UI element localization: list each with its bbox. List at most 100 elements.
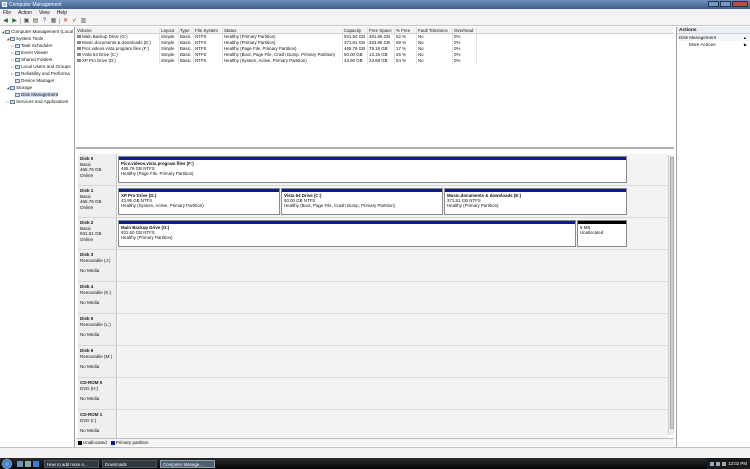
partition-block[interactable]: XP Pro Drive (D:) 43.95 GB NTFS Healthy (S… — [118, 188, 280, 215]
disk-label[interactable]: Disk 0 Basic 465.76 GB Online — [78, 154, 117, 185]
properties-icon[interactable]: ▤ — [32, 17, 39, 24]
tree-item[interactable]: ▷ Shared Folders — [0, 56, 74, 63]
disk-label[interactable]: Disk 1 Basic 465.76 GB Online — [78, 186, 117, 217]
tree-item[interactable]: ▷ Task Scheduler — [0, 42, 74, 49]
close-button[interactable] — [732, 1, 748, 7]
collapse-up-icon[interactable]: ▲ — [743, 34, 747, 41]
actions-group-disk-management[interactable]: Disk Management ▲ — [677, 34, 750, 41]
disk-row: Disk 5 Removable (L:) No Media — [78, 314, 668, 346]
column-header-volume[interactable]: Volume — [76, 27, 160, 33]
tree-item-label: Reliability and Performa — [21, 71, 70, 76]
disk-label[interactable]: Disk 5 Removable (L:) No Media — [78, 314, 117, 345]
back-arrow-icon[interactable]: ◀ — [2, 17, 9, 24]
column-header-free-space[interactable]: Free Space — [368, 27, 395, 33]
disk-row: Disk 3 Removable (J:) No Media — [78, 250, 668, 282]
volume-cell: No — [417, 58, 453, 64]
tree-item[interactable]: Device Manager — [0, 77, 74, 84]
security-icon[interactable] — [722, 461, 727, 466]
menu-help[interactable]: Help — [57, 10, 67, 16]
column-header-overhead[interactable]: Overhead — [453, 27, 477, 33]
volume-name: Main Backup Drive (G:) — [82, 34, 128, 39]
volume-drive-icon — [77, 47, 81, 51]
taskbar-button-computer-management[interactable]: Computer Manage... — [160, 459, 215, 468]
actions-title: Actions — [677, 27, 750, 34]
column-header-type[interactable]: Type — [179, 27, 194, 33]
tree-item-label: Computer Management (Local — [11, 29, 74, 34]
taskbar-button-downloads[interactable]: Downloads — [102, 459, 157, 468]
partition-color-bar — [119, 189, 279, 192]
up-level-icon[interactable]: ▣ — [23, 17, 30, 24]
tree-item[interactable]: ◢ System Tools — [0, 35, 74, 42]
toolbar-divider — [20, 17, 21, 24]
disk-label[interactable]: Disk 6 Removable (M:) No Media — [78, 346, 117, 377]
disk-state: No Media — [80, 300, 100, 305]
check-icon[interactable]: ✓ — [71, 17, 78, 24]
tree-item[interactable]: ▷ Services and Applications — [0, 98, 74, 105]
tree-item[interactable]: Disk Management — [0, 91, 74, 98]
tree-node-icon — [15, 57, 20, 62]
help-icon[interactable]: ? — [41, 17, 48, 24]
tree-item[interactable]: ◢ Computer Management (Local — [0, 28, 74, 35]
column-header-status[interactable]: Status — [223, 27, 343, 33]
status-bar — [0, 447, 750, 458]
more-actions-item[interactable]: More Actions ▶ — [677, 41, 750, 49]
disk-label[interactable]: Disk 2 Basic 931.51 GB Online — [78, 218, 117, 249]
vertical-scrollbar[interactable] — [668, 155, 674, 435]
disk-label[interactable]: Disk 3 Removable (J:) No Media — [78, 250, 117, 281]
taskbar-button-browser[interactable]: How to add more s... — [44, 459, 99, 468]
menu-action[interactable]: Action — [18, 10, 32, 16]
forward-arrow-icon[interactable]: ▶ — [11, 17, 18, 24]
column-header-fault-tolerance[interactable]: Fault Tolerance — [417, 27, 453, 33]
disk-label[interactable]: CD-ROM 0 DVD (H:) No Media — [78, 378, 117, 409]
tree-node-icon — [15, 64, 20, 69]
disk-label[interactable]: CD-ROM 1 DVD (I:) No Media — [78, 410, 117, 438]
rescan-icon[interactable]: ▥ — [80, 17, 87, 24]
quick-launch-switcher-icon[interactable] — [25, 460, 31, 467]
show-hide-tree-icon[interactable]: ▦ — [50, 17, 57, 24]
column-header-layout[interactable]: Layout — [160, 27, 179, 33]
delete-icon[interactable]: ✕ — [62, 17, 69, 24]
title-bar: Computer Management — [0, 0, 750, 9]
tree-item[interactable]: ▷ Local Users and Groups — [0, 63, 74, 70]
volume-icon[interactable] — [716, 461, 721, 466]
quick-launch-desktop-icon[interactable] — [17, 460, 23, 467]
disk-partitions — [118, 346, 668, 377]
clock[interactable]: 12:02 PM — [728, 461, 747, 466]
disk-label[interactable]: Disk 4 Removable (K:) No Media — [78, 282, 117, 313]
menu-view[interactable]: View — [39, 10, 50, 16]
maximize-button[interactable] — [720, 1, 731, 7]
volume-row[interactable]: XP Pro Drive (D:) Simple Basic NTFS Healthy … — [76, 58, 674, 64]
tree-item-label: Storage — [16, 85, 33, 90]
volume-name: Pics.videos.vista program files (F:) — [82, 46, 150, 51]
partition-block[interactable]: Vista 64 Drive (C:) 50.00 GB NTFS Healthy … — [281, 188, 443, 215]
start-button[interactable] — [2, 458, 12, 469]
partition-legend: Unallocated Primary partition — [76, 438, 674, 446]
menu-file[interactable]: File — [3, 10, 11, 16]
disk-partitions: Main Backup Drive (G:) 931.50 GB NTFS Heal… — [118, 218, 668, 249]
disk-partitions: Pics.videos.vista program files (F:) 465.… — [118, 154, 668, 185]
partition-color-bar — [282, 189, 442, 192]
partition-block[interactable]: Music.documents & downloads (E:) 371.81 G… — [444, 188, 627, 215]
column-header-percent-free[interactable]: % Free — [395, 27, 417, 33]
tree-item-label: Shared Folders — [21, 57, 53, 62]
partition-status: Healthy (Primary Partition) — [447, 203, 499, 208]
tree-item[interactable]: ◢ Storage — [0, 84, 74, 91]
column-header-capacity[interactable]: Capacity — [343, 27, 368, 33]
toolbar-divider — [59, 17, 60, 24]
quick-launch-browser-icon[interactable] — [33, 460, 39, 467]
tree-item[interactable]: ▷ Reliability and Performa — [0, 70, 74, 77]
disk-partitions — [118, 314, 668, 345]
partition-block[interactable]: Main Backup Drive (G:) 931.50 GB NTFS Heal… — [118, 220, 576, 247]
scrollbar-thumb[interactable] — [670, 157, 674, 429]
partition-block[interactable]: Pics.videos.vista program files (F:) 465.… — [118, 156, 627, 183]
network-icon[interactable] — [710, 461, 715, 466]
minimize-button[interactable] — [708, 1, 719, 7]
unallocated-space[interactable]: 9 MB Unallocated — [577, 220, 627, 247]
tree-node-icon — [10, 85, 15, 90]
tree-item[interactable]: ▷ Event Viewer — [0, 49, 74, 56]
legend-swatch-primary — [110, 440, 115, 445]
legend-label: Unallocated — [83, 440, 107, 445]
column-header-file-system[interactable]: File System — [194, 27, 223, 33]
tree-node-icon — [5, 29, 10, 34]
disk-state: Online — [80, 236, 94, 242]
